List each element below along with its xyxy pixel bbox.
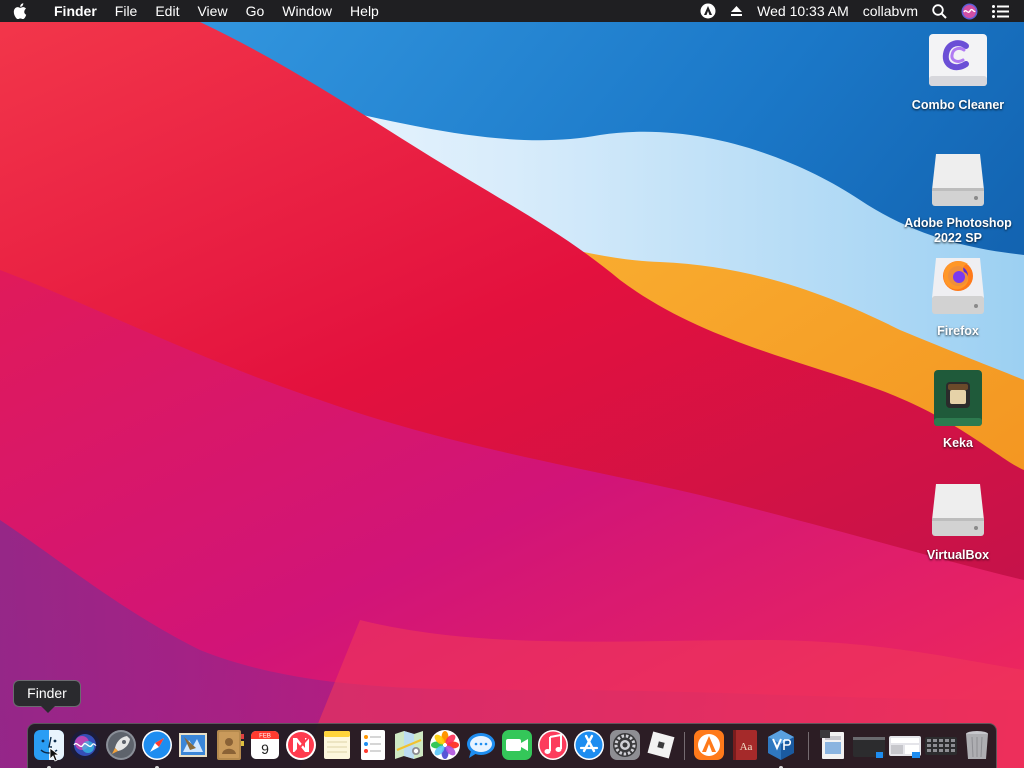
gear-icon bbox=[610, 730, 640, 760]
dock-item-contacts[interactable] bbox=[212, 728, 246, 762]
dock-item-terminal[interactable] bbox=[852, 728, 886, 762]
finder-icon bbox=[34, 730, 64, 762]
menu-bar: Finder File Edit View Go Window Help Wed… bbox=[0, 0, 1024, 22]
safari-icon bbox=[142, 730, 172, 760]
user-name[interactable]: collabvm bbox=[856, 0, 925, 22]
keka-disk-icon bbox=[926, 368, 990, 432]
dock-item-calculator[interactable] bbox=[924, 728, 958, 762]
news-icon bbox=[286, 730, 316, 760]
menu-window[interactable]: Window bbox=[273, 0, 341, 22]
siri-icon[interactable] bbox=[954, 0, 985, 22]
dock-item-avast[interactable] bbox=[692, 728, 726, 762]
dock-item-system-preferences[interactable] bbox=[608, 728, 642, 762]
calculator-icon bbox=[925, 737, 957, 755]
facetime-icon bbox=[502, 730, 532, 760]
calendar-month: FEB bbox=[259, 734, 271, 740]
desktop-icon-label: Firefox bbox=[937, 324, 979, 338]
desktop-icon-keka[interactable]: Keka bbox=[898, 368, 1018, 451]
dock-item-preview[interactable] bbox=[816, 728, 850, 762]
menu-go[interactable]: Go bbox=[237, 0, 274, 22]
trash-icon bbox=[966, 731, 988, 759]
virtualbox-icon bbox=[768, 730, 794, 760]
dock-item-trash[interactable] bbox=[960, 728, 994, 762]
roblox-icon bbox=[647, 731, 675, 759]
dock-separator bbox=[684, 732, 685, 760]
desktop-icon-label: VirtualBox bbox=[926, 548, 990, 562]
menu-help[interactable]: Help bbox=[341, 0, 388, 22]
dock-item-maps[interactable] bbox=[392, 728, 426, 762]
dock-item-virtualbox[interactable] bbox=[764, 728, 798, 768]
launchpad-icon bbox=[106, 730, 136, 760]
dock-item-mail[interactable] bbox=[176, 728, 210, 762]
calendar-icon: FEB 9 bbox=[251, 731, 279, 759]
music-icon bbox=[538, 730, 568, 760]
photos-icon bbox=[430, 730, 460, 760]
dock-item-photos[interactable] bbox=[428, 728, 462, 762]
dock: FEB 9 Aa bbox=[27, 723, 997, 768]
dock-item-roblox[interactable] bbox=[644, 728, 678, 762]
menu-file[interactable]: File bbox=[106, 0, 147, 22]
notes-icon bbox=[324, 731, 350, 759]
calendar-day: 9 bbox=[261, 741, 269, 757]
menu-view[interactable]: View bbox=[188, 0, 236, 22]
desktop-icon-combo-cleaner[interactable]: Combo Cleaner bbox=[898, 30, 1018, 113]
desktop-wallpaper bbox=[0, 0, 1024, 768]
notification-center-icon[interactable] bbox=[985, 0, 1016, 22]
eject-icon[interactable] bbox=[723, 0, 750, 22]
dock-item-screenshot[interactable] bbox=[888, 728, 922, 762]
dock-item-launchpad[interactable] bbox=[104, 728, 138, 762]
terminal-icon bbox=[853, 737, 885, 758]
dock-item-safari[interactable] bbox=[140, 728, 174, 768]
apple-menu-icon[interactable] bbox=[0, 0, 40, 22]
desktop-icon-label: Keka bbox=[943, 436, 973, 450]
desktop-icon-firefox[interactable]: Firefox bbox=[898, 256, 1018, 339]
dock-item-calendar[interactable]: FEB 9 bbox=[248, 728, 282, 762]
menu-app-name[interactable]: Finder bbox=[40, 0, 106, 22]
menu-edit[interactable]: Edit bbox=[146, 0, 188, 22]
dock-item-news[interactable] bbox=[284, 728, 318, 762]
preview-icon bbox=[820, 730, 844, 759]
screenshot-icon bbox=[889, 736, 921, 758]
dock-item-music[interactable] bbox=[536, 728, 570, 762]
mail-icon bbox=[179, 733, 207, 757]
dock-item-app-store[interactable] bbox=[572, 728, 606, 762]
dock-item-siri[interactable] bbox=[68, 728, 102, 762]
messages-icon bbox=[467, 733, 495, 758]
dictionary-glyph: Aa bbox=[740, 741, 753, 753]
clock[interactable]: Wed 10:33 AM bbox=[750, 0, 856, 22]
desktop-icon-label: Adobe Photoshop 2022 SP bbox=[904, 216, 1012, 245]
dictionary-icon: Aa bbox=[733, 730, 757, 760]
disk-drive-icon bbox=[926, 148, 990, 212]
dock-item-notes[interactable] bbox=[320, 728, 354, 762]
maps-icon bbox=[395, 731, 423, 759]
dock-item-facetime[interactable] bbox=[500, 728, 534, 762]
combo-cleaner-icon bbox=[926, 30, 990, 94]
avast-icon bbox=[694, 730, 724, 760]
spotlight-search-icon[interactable] bbox=[925, 0, 954, 22]
desktop-icon-label: Combo Cleaner bbox=[911, 98, 1005, 112]
dock-item-messages[interactable] bbox=[464, 728, 498, 762]
avast-status-icon[interactable] bbox=[693, 0, 723, 22]
dock-tooltip: Finder bbox=[13, 680, 81, 713]
firefox-disk-icon bbox=[926, 256, 990, 320]
app-store-icon bbox=[574, 730, 604, 760]
dock-item-reminders[interactable] bbox=[356, 728, 390, 762]
dock-item-dictionary[interactable]: Aa bbox=[728, 728, 762, 762]
reminders-icon bbox=[361, 730, 385, 760]
desktop-icon-adobe-photoshop[interactable]: Adobe Photoshop 2022 SP bbox=[898, 148, 1018, 246]
contacts-icon bbox=[217, 730, 244, 760]
dock-separator bbox=[808, 732, 809, 760]
siri-icon bbox=[70, 730, 100, 760]
dock-item-finder[interactable] bbox=[32, 728, 66, 768]
desktop-icon-virtualbox[interactable]: VirtualBox bbox=[898, 480, 1018, 563]
disk-drive-icon bbox=[926, 480, 990, 544]
